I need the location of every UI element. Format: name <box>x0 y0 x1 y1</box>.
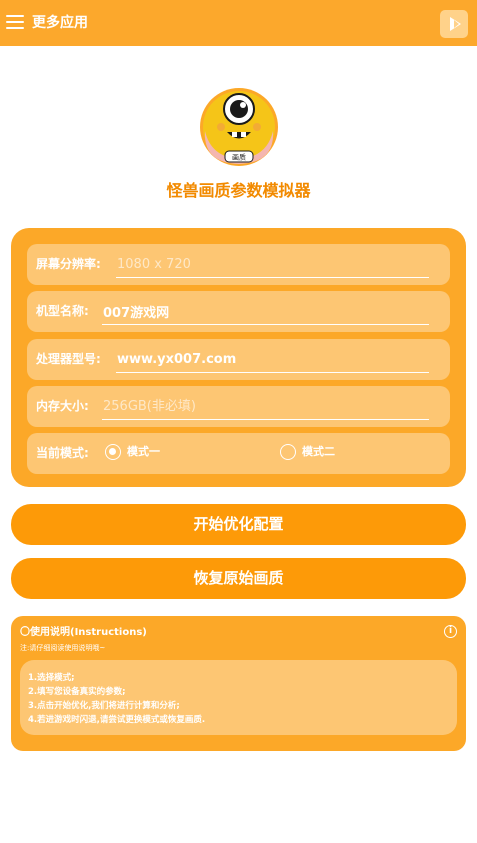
parameter-form: 屏幕分辨率: 机型名称: 处理器型号: 内存大小: 当前模式: 模式一 模式二 <box>11 228 466 487</box>
more-apps-title[interactable]: 更多应用 <box>32 14 88 32</box>
resolution-input[interactable] <box>116 252 429 278</box>
processor-input[interactable] <box>116 347 429 373</box>
memory-label: 内存大小: <box>36 399 89 413</box>
instructions-list: 1.选择模式; 2.填写您设备真实的参数; 3.点击开始优化,我们将进行计算和分… <box>20 660 457 735</box>
instruction-step: 4.若进游戏时闪退,请尝试更换模式或恢复画质. <box>28 715 206 725</box>
mode-row: 当前模式: 模式一 模式二 <box>27 433 450 474</box>
instructions-note: 注:请仔细阅读使用说明哦~ <box>20 644 106 652</box>
start-optimization-button[interactable]: 开始优化配置 <box>11 504 466 545</box>
mode-one-label[interactable]: 模式一 <box>127 445 160 459</box>
resolution-label: 屏幕分辨率: <box>36 257 101 271</box>
info-icon[interactable]: i <box>444 625 457 638</box>
resolution-row: 屏幕分辨率: <box>27 244 450 285</box>
model-input[interactable] <box>102 299 429 325</box>
play-icon <box>450 17 461 31</box>
instructions-card: 〇使用说明(Instructions) i 注:请仔细阅读使用说明哦~ 1.选择… <box>11 616 466 751</box>
mode-label: 当前模式: <box>36 446 89 460</box>
play-button[interactable] <box>440 10 468 38</box>
mode-two-label[interactable]: 模式二 <box>302 445 335 459</box>
processor-row: 处理器型号: <box>27 339 450 380</box>
model-row: 机型名称: <box>27 291 450 332</box>
mode-one-radio[interactable] <box>105 444 121 460</box>
memory-row: 内存大小: <box>27 386 450 427</box>
processor-label: 处理器型号: <box>36 352 101 366</box>
model-label: 机型名称: <box>36 304 89 318</box>
top-bar: 更多应用 <box>0 0 477 46</box>
monster-logo-icon: 画质 <box>200 88 278 166</box>
restore-quality-button[interactable]: 恢复原始画质 <box>11 558 466 599</box>
instruction-step: 3.点击开始优化,我们将进行计算和分析; <box>28 701 180 711</box>
memory-input[interactable] <box>102 394 429 420</box>
logo-badge-text: 画质 <box>232 153 246 162</box>
instructions-title: 〇使用说明(Instructions) <box>20 627 147 638</box>
app-logo: 画质 <box>199 87 279 167</box>
hamburger-menu-icon[interactable] <box>6 15 24 29</box>
app-title: 怪兽画质参数模拟器 <box>166 181 311 200</box>
instruction-step: 2.填写您设备真实的参数; <box>28 687 126 697</box>
mode-two-radio[interactable] <box>280 444 296 460</box>
instruction-step: 1.选择模式; <box>28 673 75 683</box>
